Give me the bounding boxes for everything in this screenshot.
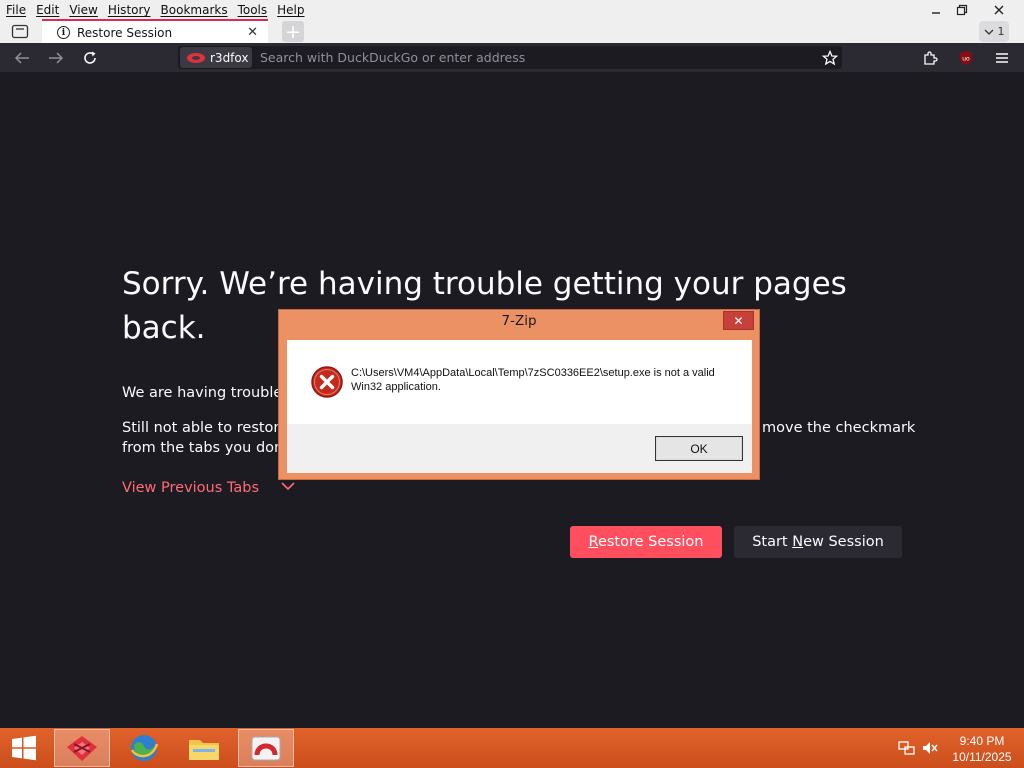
menu-help[interactable]: Help [272,0,309,20]
ublock-button[interactable]: uo [952,43,980,72]
archive-app-icon [251,736,281,761]
chevron-down-icon [281,482,295,491]
restore-window-button[interactable] [945,0,979,20]
menu-tools[interactable]: Tools [233,0,273,20]
tab-title: Restore Session [77,25,173,40]
clock-date: 10/11/2025 [952,750,1012,764]
taskbar-app-r3dfox-pinned[interactable] [54,729,110,767]
restore-session-button[interactable]: Restore Session [570,526,722,558]
tab-count: 1 [997,25,1005,38]
restore-icon [956,4,968,16]
volume-tray-icon[interactable] [920,738,940,758]
plus-icon: + [285,20,301,43]
minimize-icon [932,12,940,14]
info-icon: i [57,26,70,39]
hamburger-menu-icon [996,52,1008,63]
restore-help-line1-right: move the checkmark [762,420,916,436]
dialog-body: C:\Users\VM4\AppData\Local\Temp\7zSC0336… [287,340,752,473]
windows-logo-icon [12,735,36,761]
speaker-muted-icon [923,742,938,754]
search-input[interactable]: Search with DuckDuckGo or enter address [260,46,525,69]
menu-file[interactable]: File [0,0,31,20]
close-icon: ✕ [733,313,744,328]
menu-bar: File Edit View History Bookmarks Tools H… [0,0,310,20]
taskbar-app-internet[interactable] [116,729,172,767]
bookmark-star-button[interactable] [816,43,844,72]
folder-icon [189,740,219,760]
app-menu-button[interactable] [988,43,1016,72]
taskbar-app-7zip[interactable] [238,729,294,767]
forward-arrow-icon [49,51,64,64]
dialog-close-button[interactable]: ✕ [723,311,754,330]
ublock-shield-icon: uo [960,50,972,65]
network-icon [898,741,915,755]
dialog-title: 7-Zip [501,313,537,329]
tab-restore-session[interactable]: i Restore Session ✕ [42,19,268,44]
error-dialog: 7-Zip ✕ C:\Users\VM4\AppData\Local\Temp\… [278,309,760,480]
close-icon [994,5,1004,15]
start-button[interactable] [0,729,48,767]
tab-list-icon [11,24,29,39]
r3dfox-logo-icon [187,52,205,63]
back-button[interactable] [8,43,36,72]
forward-button[interactable] [42,43,70,72]
extensions-button[interactable] [916,43,944,72]
star-icon [822,49,838,65]
view-previous-tabs-label: View Previous Tabs [122,480,260,496]
chevron-down-icon [984,29,993,35]
close-window-button[interactable] [982,0,1016,20]
r3dfox-icon [67,736,97,761]
taskbar-app-file-explorer[interactable] [176,729,232,767]
menu-edit[interactable]: Edit [31,0,64,20]
reload-button[interactable] [76,43,104,72]
tab-close-icon[interactable]: ✕ [247,25,258,40]
ok-button[interactable]: OK [655,436,743,461]
dialog-message-area: C:\Users\VM4\AppData\Local\Temp\7zSC0336… [287,340,752,424]
menu-history[interactable]: History [103,0,156,20]
tab-list-button[interactable] [8,21,32,41]
svg-text:uo: uo [962,55,970,62]
tab-overflow-button[interactable]: 1 [979,21,1009,42]
identity-box[interactable]: r3dfox [180,47,252,68]
reload-icon [84,51,96,64]
clock-time: 9:40 PM [959,734,1005,748]
menu-bookmarks[interactable]: Bookmarks [156,0,233,20]
view-previous-tabs-link[interactable]: View Previous Tabs [122,480,295,496]
identity-label: r3dfox [210,50,249,65]
error-icon [311,366,343,398]
start-new-session-button[interactable]: Start New Session [734,526,902,558]
dialog-message: C:\Users\VM4\AppData\Local\Temp\7zSC0336… [351,367,715,393]
network-tray-icon[interactable] [896,738,916,758]
system-clock[interactable]: 9:40 PM 10/11/2025 [946,733,1018,765]
new-tab-button[interactable]: + [282,20,304,43]
puzzle-icon [924,50,938,65]
menu-view[interactable]: View [64,0,102,20]
globe-icon [130,735,159,761]
back-arrow-icon [14,51,29,64]
